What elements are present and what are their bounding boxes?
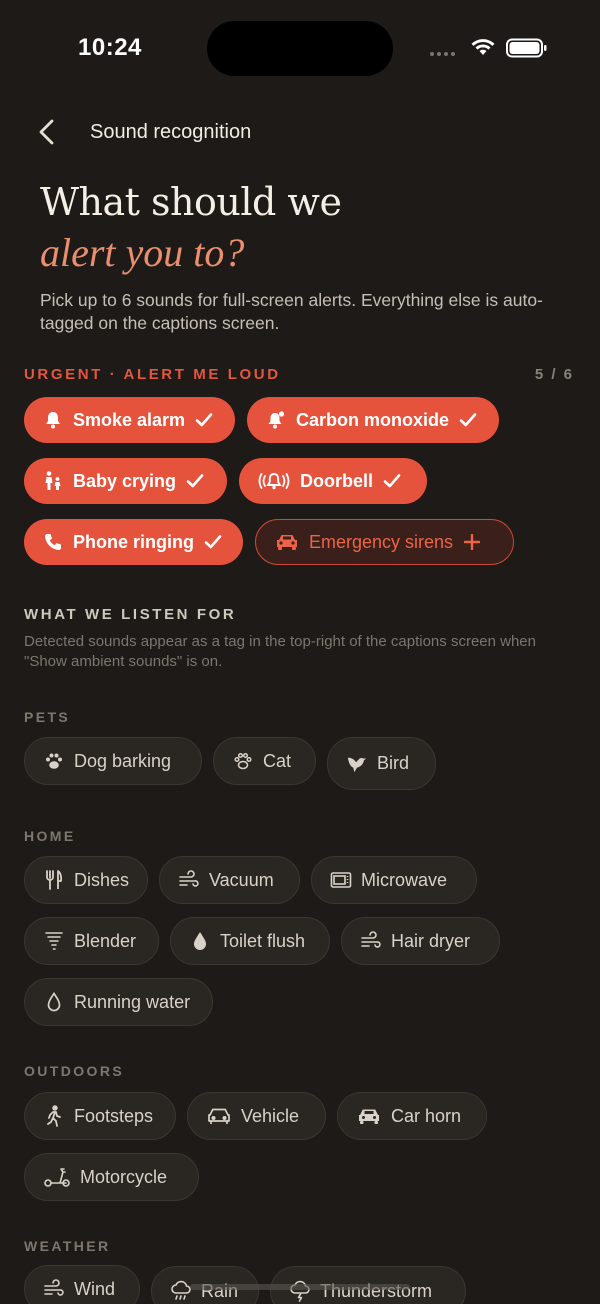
chip-label: Motorcycle bbox=[80, 1166, 168, 1187]
paw-outline-icon bbox=[232, 750, 254, 772]
chip-emergency-sirens[interactable]: Emergency sirens bbox=[255, 519, 514, 565]
check-icon bbox=[194, 410, 214, 430]
chip-label: Dog barking bbox=[74, 750, 172, 771]
category-weather-label: WEATHER bbox=[24, 1238, 111, 1254]
urgent-count: 5 / 6 bbox=[534, 366, 574, 383]
chip-label: Dishes bbox=[73, 869, 129, 890]
fork-knife-icon bbox=[43, 869, 65, 891]
check-icon bbox=[382, 471, 402, 491]
wind-icon bbox=[43, 1278, 65, 1300]
chip-vehicle[interactable]: Vehicle bbox=[187, 1092, 326, 1140]
wind-icon bbox=[360, 930, 382, 952]
bell-icon bbox=[42, 409, 64, 431]
chip-label: Vacuum bbox=[209, 869, 274, 890]
check-icon bbox=[458, 410, 478, 430]
chip-smoke-alarm[interactable]: Smoke alarm bbox=[24, 397, 235, 443]
check-icon bbox=[185, 471, 205, 491]
back-chevron-icon[interactable] bbox=[36, 118, 60, 146]
chip-running-water[interactable]: Running water bbox=[24, 978, 213, 1026]
wifi-icon bbox=[471, 39, 495, 55]
chip-blender[interactable]: Blender bbox=[24, 917, 159, 965]
listen-section-note: Detected sounds appear as a tag in the t… bbox=[24, 633, 536, 670]
status-time: 10:24 bbox=[78, 34, 142, 61]
drop-outline-icon bbox=[43, 991, 65, 1013]
listen-section-label: WHAT WE LISTEN FOR bbox=[24, 606, 237, 623]
chip-label: Blender bbox=[74, 930, 137, 951]
chip-label: Microwave bbox=[361, 869, 448, 890]
chip-doorbell[interactable]: Doorbell bbox=[239, 458, 427, 504]
cloud-rain-icon bbox=[170, 1280, 192, 1302]
page-title: What should we bbox=[40, 180, 342, 224]
chip-label: Phone ringing bbox=[73, 531, 194, 552]
paw-icon bbox=[43, 750, 65, 772]
wind-icon bbox=[178, 869, 200, 891]
chip-baby-crying[interactable]: Baby crying bbox=[24, 458, 227, 504]
check-icon bbox=[203, 532, 223, 552]
chip-label: Smoke alarm bbox=[73, 409, 186, 430]
dynamic-island bbox=[207, 21, 393, 76]
car-icon bbox=[206, 1105, 232, 1127]
chip-label: Car horn bbox=[391, 1105, 462, 1126]
car-filled-icon bbox=[356, 1105, 382, 1127]
chip-label: Baby crying bbox=[73, 470, 177, 491]
home-indicator[interactable] bbox=[190, 1284, 410, 1290]
signal-icon bbox=[430, 52, 460, 56]
nav-title: Sound recognition bbox=[90, 121, 252, 143]
scooter-icon bbox=[43, 1166, 71, 1188]
chip-label: Vehicle bbox=[241, 1105, 300, 1126]
urgent-section-label: URGENT · ALERT ME LOUD bbox=[24, 366, 281, 383]
phone-icon bbox=[42, 531, 64, 553]
chip-label: Running water bbox=[74, 991, 191, 1012]
category-outdoors-label: OUTDOORS bbox=[24, 1063, 125, 1079]
chip-bird[interactable]: Bird bbox=[327, 737, 436, 790]
chip-dishes[interactable]: Dishes bbox=[24, 856, 148, 904]
status-bar: 10:24 bbox=[0, 0, 600, 96]
bell-alert-icon bbox=[265, 409, 287, 431]
chip-wind[interactable]: Wind bbox=[24, 1265, 140, 1304]
chip-label: Bird bbox=[377, 753, 410, 773]
category-home-label: HOME bbox=[24, 828, 76, 844]
battery-icon bbox=[506, 38, 547, 58]
chip-dog-barking[interactable]: Dog barking bbox=[24, 737, 202, 785]
chip-label: Emergency sirens bbox=[309, 531, 454, 552]
walking-icon bbox=[43, 1105, 65, 1127]
chip-label: Doorbell bbox=[300, 470, 374, 491]
car-icon bbox=[274, 531, 300, 553]
chip-cat[interactable]: Cat bbox=[213, 737, 316, 785]
chip-label: Toilet flush bbox=[220, 930, 306, 951]
chip-label: Hair dryer bbox=[391, 930, 471, 951]
ringing-bell-icon bbox=[257, 470, 291, 492]
plus-icon bbox=[462, 532, 482, 552]
chip-carbon-monoxide[interactable]: Carbon monoxide bbox=[247, 397, 499, 443]
page-subtitle: Pick up to 6 sounds for full-screen aler… bbox=[40, 290, 543, 333]
chip-label: Carbon monoxide bbox=[296, 409, 450, 430]
chip-label: Cat bbox=[263, 750, 292, 771]
chip-label: Wind bbox=[74, 1278, 116, 1299]
chip-vacuum[interactable]: Vacuum bbox=[159, 856, 300, 904]
chip-footsteps[interactable]: Footsteps bbox=[24, 1092, 176, 1140]
chip-microwave[interactable]: Microwave bbox=[311, 856, 477, 904]
page-title-accent: alert you to? bbox=[40, 230, 245, 275]
chip-car-horn[interactable]: Car horn bbox=[337, 1092, 487, 1140]
chip-label: Footsteps bbox=[74, 1105, 154, 1126]
chip-motorcycle[interactable]: Motorcycle bbox=[24, 1153, 199, 1201]
microwave-icon bbox=[330, 869, 352, 891]
category-pets-label: PETS bbox=[24, 709, 71, 725]
family-icon bbox=[42, 470, 64, 492]
drop-icon bbox=[189, 930, 211, 952]
nav-bar: Sound recognition bbox=[0, 110, 600, 154]
chip-toilet-flush[interactable]: Toilet flush bbox=[170, 917, 330, 965]
chip-hair-dryer[interactable]: Hair dryer bbox=[341, 917, 500, 965]
chip-phone-ringing[interactable]: Phone ringing bbox=[24, 519, 243, 565]
tornado-icon bbox=[43, 930, 65, 952]
bird-icon bbox=[346, 753, 368, 775]
